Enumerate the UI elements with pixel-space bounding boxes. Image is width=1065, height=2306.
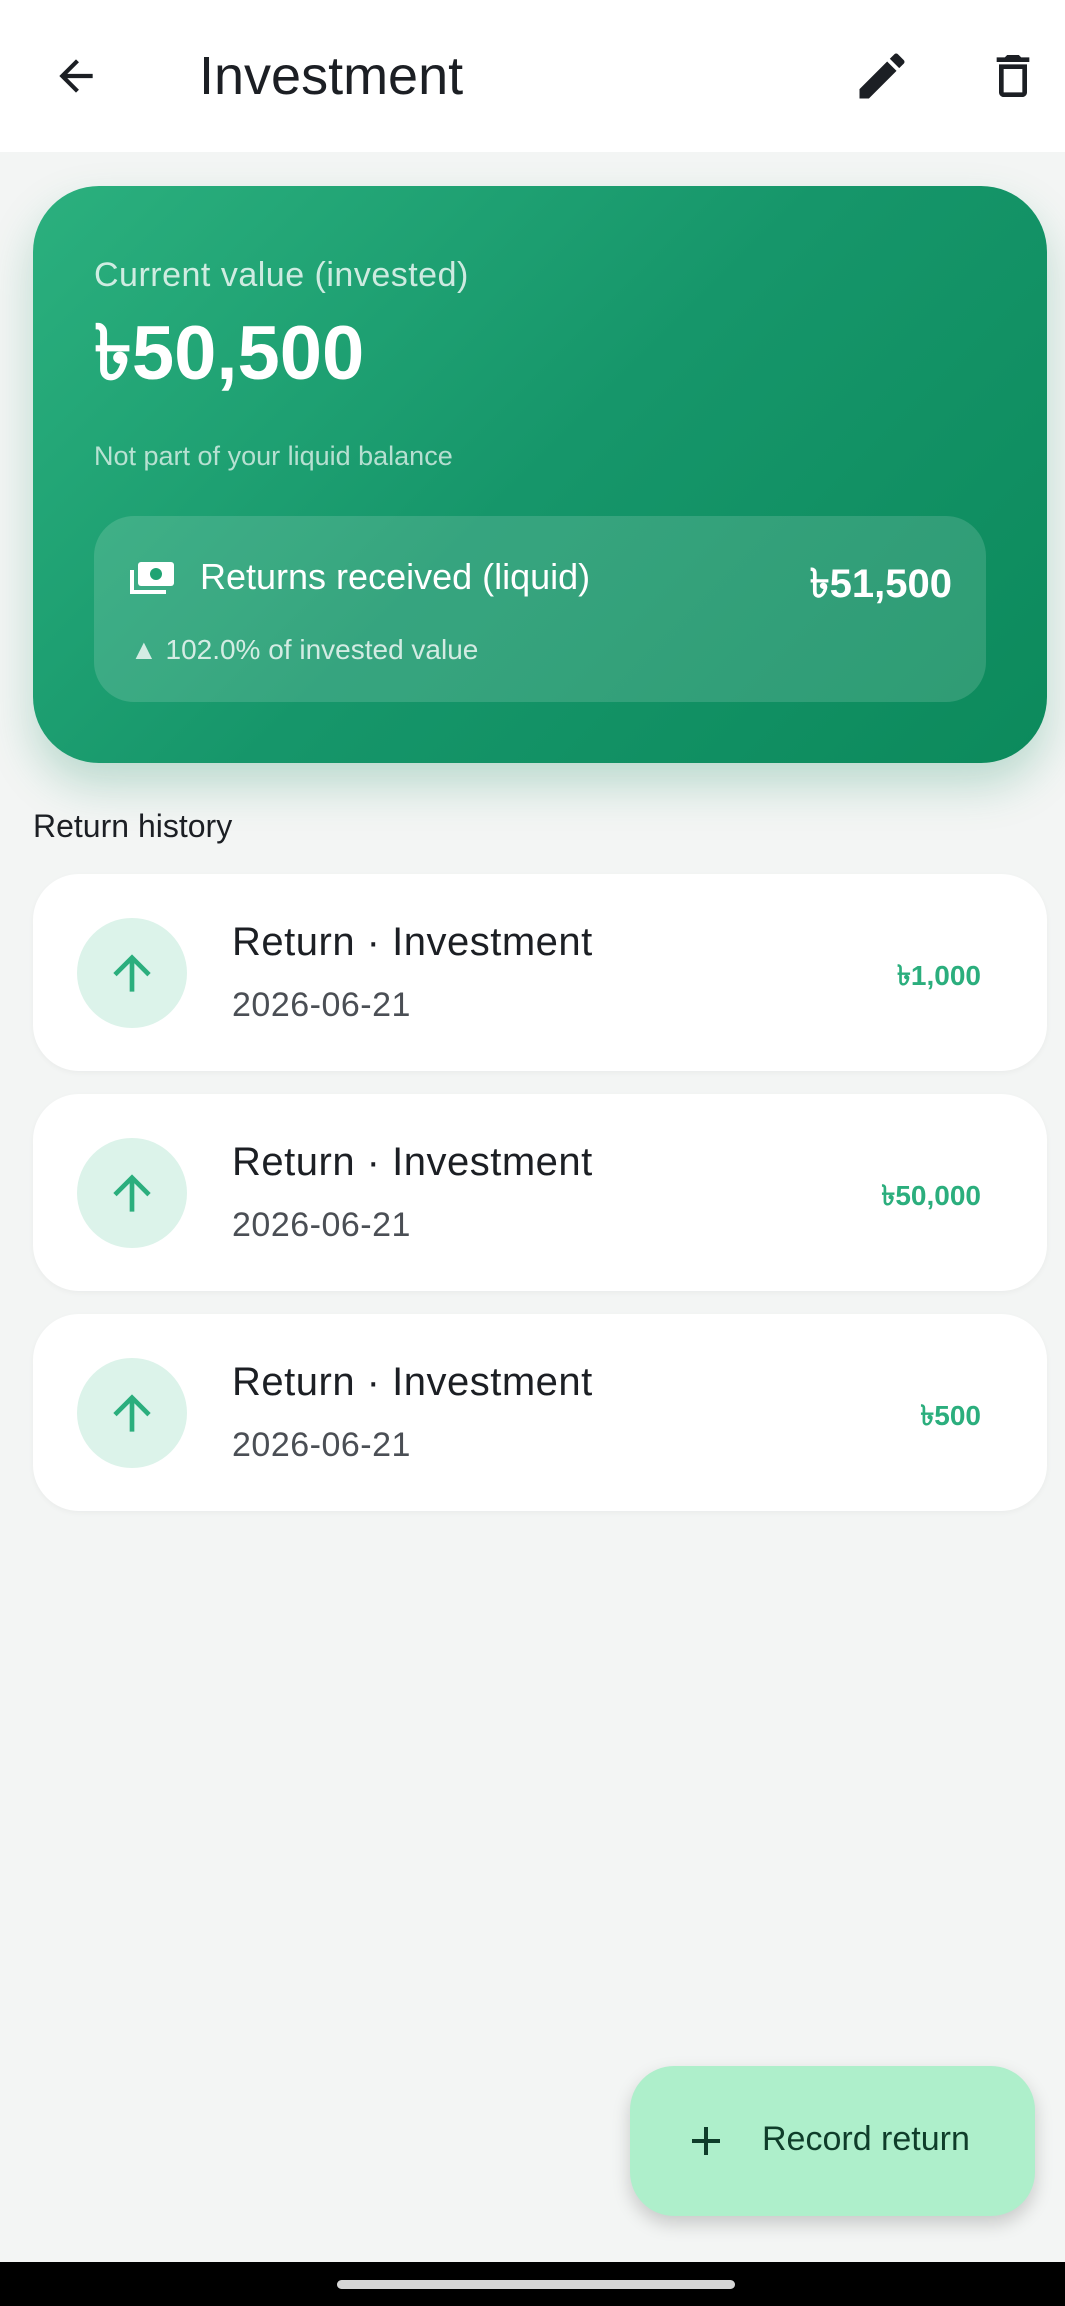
investment-summary-card: Current value (invested) ৳50,500 Not par… xyxy=(33,186,1047,763)
edit-button[interactable] xyxy=(842,36,922,116)
arrow-up-icon xyxy=(77,918,187,1028)
list-item-title: Return · Investment xyxy=(232,920,593,964)
list-item-amount: ৳50,000 xyxy=(881,1180,981,1211)
record-return-button[interactable]: Record return xyxy=(630,2066,1035,2216)
list-item-title: Return · Investment xyxy=(232,1140,593,1184)
list-item-date: 2026-06-21 xyxy=(232,1426,411,1464)
returns-received-value: ৳51,500 xyxy=(809,562,952,606)
list-item[interactable]: Return · Investment 2026-06-21 ৳50,000 xyxy=(33,1094,1047,1291)
list-item-title: Return · Investment xyxy=(232,1360,593,1404)
page-title: Investment xyxy=(199,46,464,106)
list-item-amount: ৳500 xyxy=(920,1400,981,1431)
arrow-left-icon xyxy=(59,59,93,93)
list-item-date: 2026-06-21 xyxy=(232,986,411,1024)
list-item[interactable]: Return · Investment 2026-06-21 ৳500 xyxy=(33,1314,1047,1511)
current-value-label: Current value (invested) xyxy=(94,256,469,294)
current-value-amount: ৳50,500 xyxy=(94,311,365,396)
system-nav-bar xyxy=(0,2262,1065,2306)
returns-percent: ▲ 102.0% of invested value xyxy=(130,634,479,665)
trash-icon xyxy=(996,55,1030,97)
cash-icon xyxy=(130,562,174,594)
back-button[interactable] xyxy=(36,36,116,116)
app-bar: Investment xyxy=(0,0,1065,152)
investment-screen: Investment Current value (invested) ৳50,… xyxy=(0,0,1065,2306)
list-item[interactable]: Return · Investment 2026-06-21 ৳1,000 xyxy=(33,874,1047,1071)
list-item-date: 2026-06-21 xyxy=(232,1206,411,1244)
pencil-icon xyxy=(859,53,905,99)
liquidity-note: Not part of your liquid balance xyxy=(94,441,453,471)
delete-button[interactable] xyxy=(973,36,1053,116)
home-gesture-handle[interactable] xyxy=(337,2280,735,2289)
return-history-title: Return history xyxy=(33,808,233,844)
arrow-up-icon xyxy=(77,1138,187,1248)
returns-received-panel: Returns received (liquid) ৳51,500 ▲ 102.… xyxy=(94,516,986,702)
list-item-amount: ৳1,000 xyxy=(896,960,981,991)
record-return-label: Record return xyxy=(762,2120,970,2158)
plus-icon xyxy=(692,2127,720,2155)
arrow-up-icon xyxy=(77,1358,187,1468)
returns-received-label: Returns received (liquid) xyxy=(200,556,591,597)
